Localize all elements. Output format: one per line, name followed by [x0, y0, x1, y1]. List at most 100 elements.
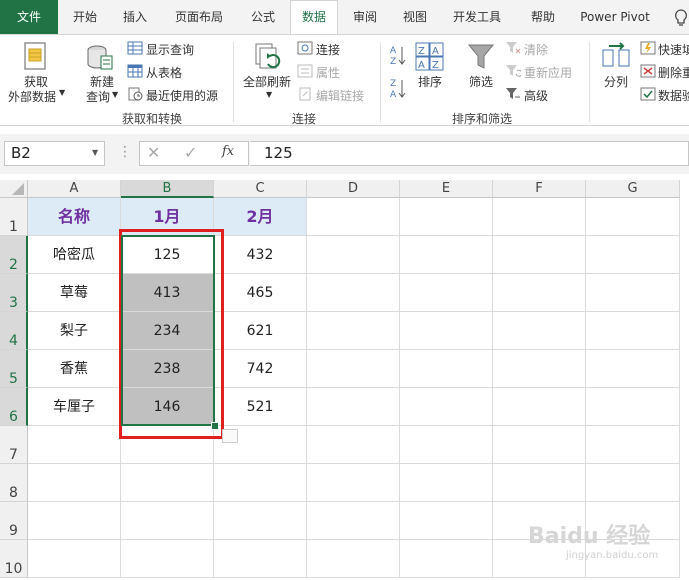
select-all-button[interactable] [0, 180, 28, 198]
column-header-f[interactable]: F [493, 180, 586, 198]
tab-help[interactable]: 帮助 [520, 0, 566, 34]
cell-b8[interactable] [121, 464, 214, 502]
cell-b10[interactable] [121, 540, 214, 578]
row-header-6[interactable]: 6 [0, 388, 28, 426]
tab-page-layout[interactable]: 页面布局 [166, 0, 232, 34]
cell-e2[interactable] [400, 236, 493, 274]
cell-g3[interactable] [586, 274, 680, 312]
insert-function-icon[interactable]: fx [222, 144, 234, 159]
cell-c6[interactable]: 521 [214, 388, 307, 426]
column-header-d[interactable]: D [307, 180, 400, 198]
new-query-button-line2[interactable]: 查询 [86, 88, 110, 105]
column-header-e[interactable]: E [400, 180, 493, 198]
text-to-columns-button[interactable]: 分列 [604, 73, 628, 90]
data-validation-button[interactable]: 数据验 [658, 87, 689, 104]
column-header-b[interactable]: B [121, 180, 214, 198]
cell-e6[interactable] [400, 388, 493, 426]
row-header-10[interactable]: 10 [0, 540, 28, 578]
cell-f8[interactable] [493, 464, 586, 502]
tab-file[interactable]: 文件 [0, 0, 58, 34]
formula-input[interactable]: 125 [250, 141, 689, 166]
cell-e1[interactable] [400, 198, 493, 236]
cell-f3[interactable] [493, 274, 586, 312]
column-header-a[interactable]: A [28, 180, 121, 198]
reapply-button[interactable]: 重新应用 [524, 64, 572, 81]
row-header-8[interactable]: 8 [0, 464, 28, 502]
cell-a8[interactable] [28, 464, 121, 502]
cell-e10[interactable] [400, 540, 493, 578]
row-header-7[interactable]: 7 [0, 426, 28, 464]
cell-g5[interactable] [586, 350, 680, 388]
cell-c4[interactable]: 621 [214, 312, 307, 350]
row-header-9[interactable]: 9 [0, 502, 28, 540]
cell-a2[interactable]: 哈密瓜 [28, 236, 121, 274]
cell-e4[interactable] [400, 312, 493, 350]
cell-d2[interactable] [307, 236, 400, 274]
cell-a4[interactable]: 梨子 [28, 312, 121, 350]
get-data-button-line2[interactable]: 外部数据 [8, 88, 56, 105]
tab-power-pivot[interactable]: Power Pivot [574, 0, 656, 34]
cell-e5[interactable] [400, 350, 493, 388]
tab-formulas[interactable]: 公式 [240, 0, 286, 34]
quick-analysis-icon[interactable] [222, 429, 238, 443]
tab-home[interactable]: 开始 [62, 0, 108, 34]
cell-c10[interactable] [214, 540, 307, 578]
cell-c9[interactable] [214, 502, 307, 540]
remove-duplicates-button[interactable]: 删除重 [658, 64, 689, 81]
fill-handle[interactable] [211, 422, 219, 430]
row-header-3[interactable]: 3 [0, 274, 28, 312]
column-header-g[interactable]: G [586, 180, 680, 198]
cell-c3[interactable]: 465 [214, 274, 307, 312]
chevron-down-icon[interactable]: ▼ [112, 90, 118, 99]
cell-d8[interactable] [307, 464, 400, 502]
cell-g1[interactable] [586, 198, 680, 236]
tab-insert[interactable]: 插入 [112, 0, 158, 34]
cell-a7[interactable] [28, 426, 121, 464]
cell-f6[interactable] [493, 388, 586, 426]
cell-g8[interactable] [586, 464, 680, 502]
chevron-down-icon[interactable]: ▼ [59, 88, 65, 97]
cell-f5[interactable] [493, 350, 586, 388]
sort-button[interactable]: 排序 [418, 73, 442, 90]
cell-e8[interactable] [400, 464, 493, 502]
row-header-2[interactable]: 2 [0, 236, 28, 274]
cell-c2[interactable]: 432 [214, 236, 307, 274]
flash-fill-button[interactable]: 快速填 [658, 41, 689, 58]
cell-c1[interactable]: 2月 [214, 198, 307, 236]
recent-sources-button[interactable]: 最近使用的源 [146, 87, 218, 104]
refresh-all-button[interactable]: 全部刷新 [243, 73, 291, 90]
cell-a6[interactable]: 车厘子 [28, 388, 121, 426]
row-header-4[interactable]: 4 [0, 312, 28, 350]
tab-review[interactable]: 审阅 [342, 0, 388, 34]
cell-e3[interactable] [400, 274, 493, 312]
cell-c8[interactable] [214, 464, 307, 502]
cell-g6[interactable] [586, 388, 680, 426]
cell-d5[interactable] [307, 350, 400, 388]
cell-f7[interactable] [493, 426, 586, 464]
cell-f4[interactable] [493, 312, 586, 350]
cell-d7[interactable] [307, 426, 400, 464]
cell-g2[interactable] [586, 236, 680, 274]
sort-az-icon[interactable]: AZ [389, 44, 407, 69]
cell-d1[interactable] [307, 198, 400, 236]
tab-developer[interactable]: 开发工具 [444, 0, 510, 34]
cell-c5[interactable]: 742 [214, 350, 307, 388]
cell-d3[interactable] [307, 274, 400, 312]
cancel-icon[interactable]: ✕ [147, 143, 160, 162]
cell-d10[interactable] [307, 540, 400, 578]
tab-view[interactable]: 视图 [392, 0, 438, 34]
connections-button[interactable]: 连接 [316, 41, 340, 58]
lightbulb-icon[interactable] [674, 9, 688, 27]
advanced-button[interactable]: 高级 [524, 87, 548, 104]
cell-d9[interactable] [307, 502, 400, 540]
cell-f2[interactable] [493, 236, 586, 274]
cell-e7[interactable] [400, 426, 493, 464]
show-queries-button[interactable]: 显示查询 [146, 41, 194, 58]
check-icon[interactable]: ✓ [184, 143, 197, 162]
cell-e9[interactable] [400, 502, 493, 540]
cell-f1[interactable] [493, 198, 586, 236]
cell-d4[interactable] [307, 312, 400, 350]
sort-za-icon[interactable]: ZA [389, 77, 407, 102]
cell-a3[interactable]: 草莓 [28, 274, 121, 312]
cell-g7[interactable] [586, 426, 680, 464]
